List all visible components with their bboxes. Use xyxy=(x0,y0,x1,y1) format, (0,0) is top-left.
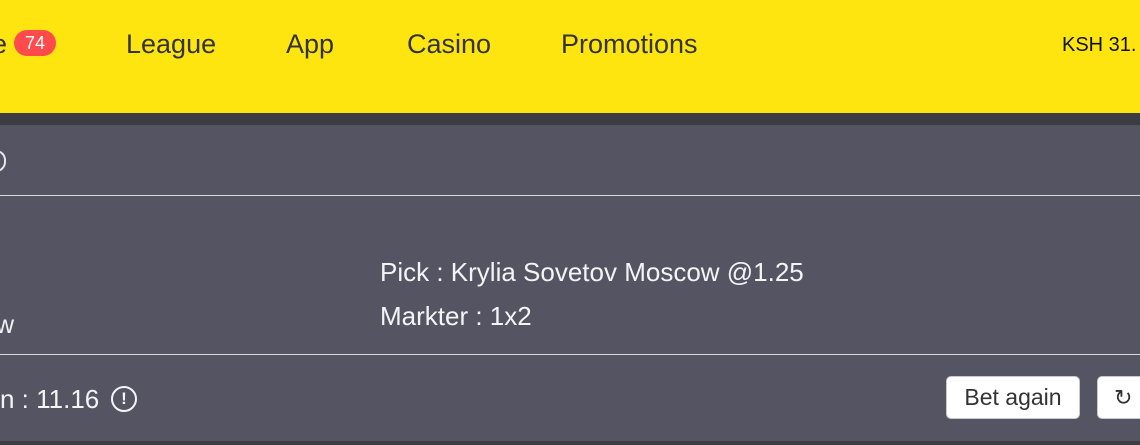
bet-market: Markter : 1x2 xyxy=(380,301,532,331)
bet-card: w Pick : Krylia Sovetov Moscow @1.25 Mar… xyxy=(0,125,1140,441)
header-separator xyxy=(0,113,1140,125)
bottom-separator xyxy=(0,441,1140,445)
collapse-toggle-icon[interactable] xyxy=(0,150,6,172)
refresh-icon: ↻ xyxy=(1114,385,1133,410)
match-name-clipped: w xyxy=(0,311,15,339)
info-icon[interactable]: ! xyxy=(111,386,137,412)
refresh-button[interactable]: ↻ xyxy=(1097,376,1140,419)
bet-again-button[interactable]: Bet again xyxy=(946,376,1080,419)
nav-live-label: e xyxy=(0,24,7,64)
top-nav-bar: e 74 League App Casino Promotions KSH 31… xyxy=(0,0,1140,113)
nav-item-casino[interactable]: Casino xyxy=(407,24,491,64)
nav-item-league[interactable]: League xyxy=(126,24,216,64)
live-count-badge: 74 xyxy=(14,30,56,56)
bet-card-header xyxy=(0,125,1140,196)
bet-card-body: w Pick : Krylia Sovetov Moscow @1.25 Mar… xyxy=(0,197,1140,355)
nav-item-app[interactable]: App xyxy=(286,24,334,64)
bet-pick: Pick : Krylia Sovetov Moscow @1.25 xyxy=(380,257,804,287)
bet-card-footer: n : 11.16 ! Bet again ↻ xyxy=(0,356,1140,441)
account-balance[interactable]: KSH 31. xyxy=(1062,30,1136,60)
possible-win: n : 11.16 xyxy=(0,384,100,414)
nav-item-promotions[interactable]: Promotions xyxy=(561,24,698,64)
